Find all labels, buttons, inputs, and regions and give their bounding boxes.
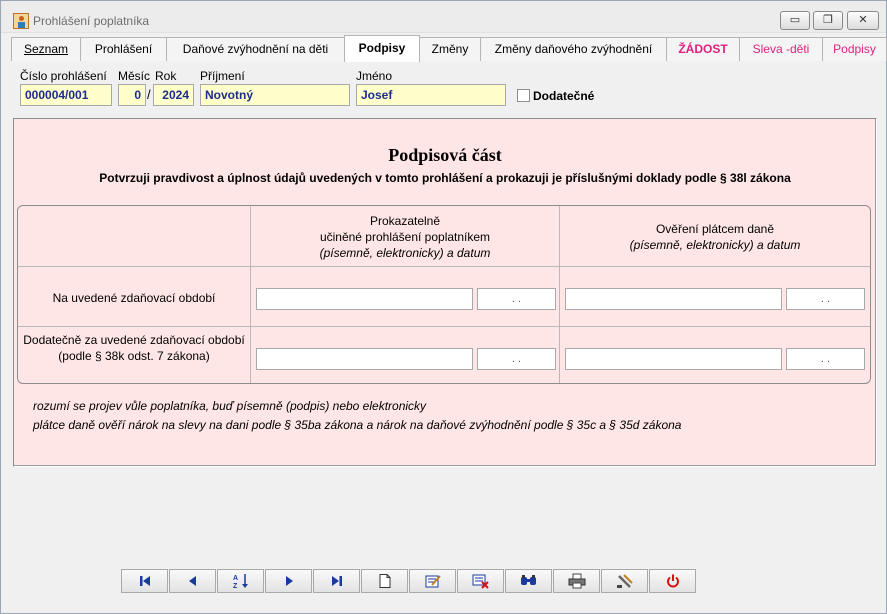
sort-az-icon: AZ (233, 574, 248, 590)
col-poplatnik-line3: (písemně, elektronicky) a datum (251, 245, 559, 261)
dodatecne-platce-datum-input[interactable]: . . (786, 348, 865, 370)
power-icon (666, 574, 679, 588)
rok-label: Rok (155, 69, 177, 83)
tab-podpisy[interactable]: Podpisy (344, 35, 420, 62)
next-record-icon (285, 576, 293, 586)
print-icon (568, 573, 585, 589)
poplatnik-datum-input[interactable]: . . (477, 288, 556, 310)
tab-zadost[interactable]: ŽÁDOST (666, 37, 740, 61)
signature-grid: Prokazatelně učiněné prohlášení poplatní… (17, 205, 871, 384)
col-platce-note: (písemně, elektronicky) a datum (629, 238, 801, 252)
edit-record-icon (425, 575, 441, 588)
platce-podpis-input[interactable] (565, 288, 782, 310)
previous-record-button[interactable] (169, 569, 216, 593)
jmeno-field[interactable]: Josef (356, 84, 506, 106)
app-icon (13, 13, 29, 29)
tools-icon (616, 574, 633, 588)
tab-zmeny-zvyhodneni[interactable]: Změny daňového zvýhodnění (480, 37, 667, 61)
tab-bar: Seznam Prohlášení Daňové zvýhodnění na d… (11, 35, 887, 62)
tab-seznam[interactable]: Seznam (11, 37, 81, 61)
new-record-icon (379, 574, 390, 588)
col-poplatnik-line2: učiněné prohlášení poplatníkem (319, 230, 491, 244)
prijmeni-field[interactable]: Novotný (200, 84, 350, 106)
next-record-button[interactable] (265, 569, 312, 593)
rok-field[interactable]: 2024 (153, 84, 194, 106)
dodatecne-label: Dodatečné (533, 89, 595, 103)
tab-zmeny[interactable]: Změny (419, 37, 481, 61)
svg-text:Z: Z (233, 583, 238, 590)
prijmeni-label: Příjmení (200, 69, 245, 83)
new-record-button[interactable] (361, 569, 408, 593)
first-record-button[interactable] (121, 569, 168, 593)
dodatecne-platce-podpis-input[interactable] (565, 348, 782, 370)
dodatecne-checkbox[interactable] (517, 89, 530, 102)
dodatecne-poplatnik-datum-input[interactable]: . . (477, 348, 556, 370)
last-record-icon (331, 576, 342, 586)
row-dodatecne-label: Dodatečně za uvedené zdaňovací období (p… (18, 332, 250, 364)
cislo-prohlaseni-field[interactable]: 000004/001 (20, 84, 112, 106)
search-button[interactable] (505, 569, 552, 593)
main-window: Prohlášení poplatníka ▭ ❐ ✕ Seznam Prohl… (0, 0, 887, 614)
row-dodatecne-line2: (podle § 38k odst. 7 zákona) (58, 349, 210, 363)
grid-divider (18, 326, 870, 327)
delete-record-button[interactable] (457, 569, 504, 593)
grid-divider (18, 266, 870, 267)
jmeno-label: Jméno (356, 69, 393, 83)
panel-subtitle: Potvrzuji pravdivost a úplnost údajů uve… (99, 171, 791, 185)
podpisova-cast-panel: Podpisová část Potvrzuji pravdivost a úp… (13, 118, 877, 467)
col-platce-line1: Ověření plátcem daně (655, 222, 775, 236)
col-poplatnik-note: (písemně, elektronicky) a datum (319, 246, 491, 260)
tab-prohlaseni[interactable]: Prohlášení (80, 37, 167, 61)
note-overeni-naroku: plátce daně ověří nárok na slevy na dani… (33, 418, 682, 432)
mesic-field[interactable]: 0 (118, 84, 146, 106)
panel-title: Podpisová část (388, 145, 502, 165)
tab-danove-zvyhodneni[interactable]: Daňové zvýhodnění na děti (166, 37, 345, 61)
col-poplatnik-header: Prokazatelně učiněné prohlášení poplatní… (251, 213, 559, 261)
tab-sleva-deti[interactable]: Sleva -děti (739, 37, 823, 61)
row-dodatecne-line1: Dodatečně za uvedené zdaňovací období (23, 333, 245, 347)
delete-record-icon (472, 574, 489, 589)
last-record-button[interactable] (313, 569, 360, 593)
dodatecne-poplatnik-podpis-input[interactable] (256, 348, 473, 370)
navigation-toolbar: AZ (121, 569, 696, 593)
tab-podpisy-2[interactable]: Podpisy (822, 37, 887, 61)
poplatnik-podpis-input[interactable] (256, 288, 473, 310)
svg-text:A: A (233, 575, 238, 582)
note-projev-vule: rozumí se projev vůle poplatníka, buď pí… (33, 399, 427, 413)
first-record-icon (139, 576, 150, 586)
row-obdobi-label: Na uvedené zdaňovací období (52, 291, 216, 305)
minimize-button[interactable]: ▭ (780, 11, 810, 30)
col-platce-header: Ověření plátcem daně (písemně, elektroni… (560, 221, 870, 253)
sort-button[interactable]: AZ (217, 569, 264, 593)
previous-record-icon (188, 576, 196, 586)
close-button[interactable]: ✕ (847, 11, 879, 30)
tab-label: Seznam (23, 42, 69, 56)
exit-button[interactable] (649, 569, 696, 593)
col-poplatnik-line1: Prokazatelně (369, 214, 441, 228)
platce-datum-input[interactable]: . . (786, 288, 865, 310)
print-button[interactable] (553, 569, 600, 593)
cislo-prohlaseni-label: Číslo prohlášení (20, 69, 107, 83)
search-icon (520, 575, 536, 585)
title-bar: Prohlášení poplatníka ▭ ❐ ✕ (1, 1, 886, 33)
date-separator: / (147, 87, 151, 102)
window-title: Prohlášení poplatníka (33, 14, 150, 28)
mesic-label: Měsíc (118, 69, 151, 83)
maximize-button[interactable]: ❐ (813, 11, 843, 30)
edit-record-button[interactable] (409, 569, 456, 593)
col-platce-line2: (písemně, elektronicky) a datum (560, 237, 870, 253)
tools-button[interactable] (601, 569, 648, 593)
